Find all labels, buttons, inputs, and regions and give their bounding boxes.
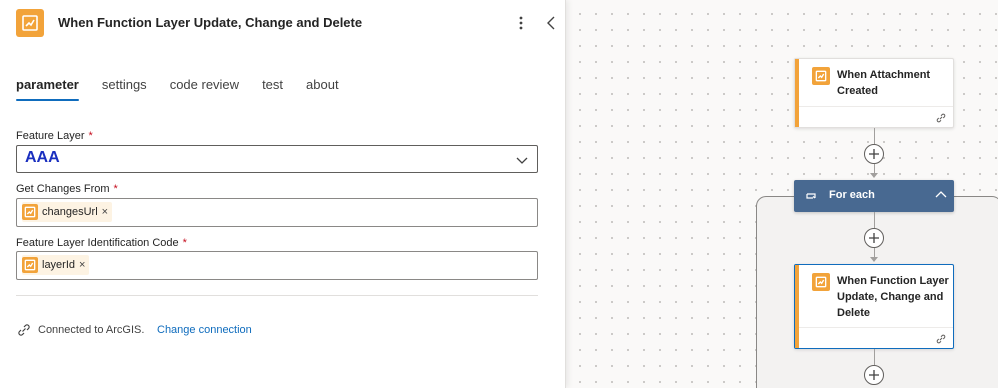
arrow-icon bbox=[870, 257, 878, 262]
get-changes-from-field[interactable]: changesUrl × bbox=[16, 198, 538, 227]
add-step-button[interactable] bbox=[864, 365, 884, 385]
foreach-label: For each bbox=[829, 189, 875, 201]
link-icon bbox=[935, 332, 947, 344]
remove-token-icon[interactable]: × bbox=[102, 206, 108, 218]
tab-settings[interactable]: settings bbox=[102, 77, 147, 101]
token-label: changesUrl bbox=[42, 206, 98, 218]
token-label: layerId bbox=[42, 259, 76, 271]
panel-title: When Function Layer Update, Change and D… bbox=[58, 15, 363, 30]
chevron-up-icon[interactable] bbox=[934, 188, 948, 202]
plus-icon bbox=[869, 233, 879, 243]
action-node-function-layer[interactable]: When Function Layer Update, Change and D… bbox=[794, 264, 954, 349]
trigger-node-attachment-created[interactable]: When Attachment Created bbox=[794, 58, 954, 128]
node-title-line: Delete bbox=[837, 307, 871, 319]
link-icon bbox=[16, 322, 32, 338]
remove-token-icon[interactable]: × bbox=[79, 259, 85, 271]
required-mark: * bbox=[182, 237, 187, 249]
node-title-line: When Attachment bbox=[837, 69, 931, 81]
add-step-button[interactable] bbox=[864, 144, 884, 164]
feature-layer-label: Feature Layer * bbox=[16, 130, 93, 142]
connector-icon bbox=[22, 257, 38, 273]
changes-url-token[interactable]: changesUrl × bbox=[22, 202, 113, 222]
node-footer bbox=[799, 327, 953, 348]
loop-icon bbox=[804, 189, 818, 203]
designer-canvas[interactable]: When Attachment Created For each When Fu… bbox=[566, 0, 998, 388]
tab-about[interactable]: about bbox=[306, 77, 339, 101]
details-panel: When Function Layer Update, Change and D… bbox=[0, 0, 566, 388]
connector-icon bbox=[16, 9, 44, 37]
divider bbox=[16, 295, 538, 296]
connection-status: Connected to ArcGIS. bbox=[38, 324, 145, 336]
add-step-button[interactable] bbox=[864, 228, 884, 248]
chevron-left-icon[interactable] bbox=[541, 13, 561, 33]
feature-layer-label-text: Feature Layer bbox=[16, 130, 85, 142]
plus-icon bbox=[869, 149, 879, 159]
layer-id-code-label-text: Feature Layer Identification Code bbox=[16, 237, 179, 249]
get-changes-from-label-text: Get Changes From bbox=[16, 183, 110, 195]
get-changes-from-label: Get Changes From * bbox=[16, 183, 118, 195]
chevron-down-icon[interactable] bbox=[515, 153, 529, 167]
arrow-icon bbox=[870, 173, 878, 178]
tab-test[interactable]: test bbox=[262, 77, 283, 101]
foreach-header[interactable]: For each bbox=[794, 180, 954, 212]
node-footer bbox=[799, 106, 953, 127]
layer-id-code-label: Feature Layer Identification Code * bbox=[16, 237, 187, 249]
required-mark: * bbox=[113, 183, 118, 195]
link-icon bbox=[935, 111, 947, 123]
layer-id-code-field[interactable]: layerId × bbox=[16, 251, 538, 280]
change-connection-link[interactable]: Change connection bbox=[157, 324, 252, 336]
connector-line bbox=[874, 349, 875, 365]
connector-line bbox=[874, 212, 875, 228]
tab-bar: parameter settings code review test abou… bbox=[16, 77, 362, 101]
node-title-line: Created bbox=[837, 85, 878, 97]
connector-line bbox=[874, 128, 875, 144]
node-title-line: When Function Layer bbox=[837, 275, 949, 287]
connector-icon bbox=[812, 273, 830, 291]
tab-parameter[interactable]: parameter bbox=[16, 77, 79, 101]
more-vertical-icon[interactable] bbox=[511, 13, 531, 33]
node-title: When Function Layer Update, Change and D… bbox=[837, 273, 949, 321]
connector-icon bbox=[812, 67, 830, 85]
node-title-line: Update, Change and bbox=[837, 291, 944, 303]
feature-layer-select[interactable]: AAA bbox=[16, 145, 538, 173]
node-title: When Attachment Created bbox=[837, 67, 930, 99]
connector-icon bbox=[22, 204, 38, 220]
plus-icon bbox=[869, 370, 879, 380]
layer-id-token[interactable]: layerId × bbox=[22, 255, 90, 275]
required-mark: * bbox=[88, 130, 93, 142]
feature-layer-value: AAA bbox=[25, 149, 60, 166]
tab-code-review[interactable]: code review bbox=[170, 77, 239, 101]
